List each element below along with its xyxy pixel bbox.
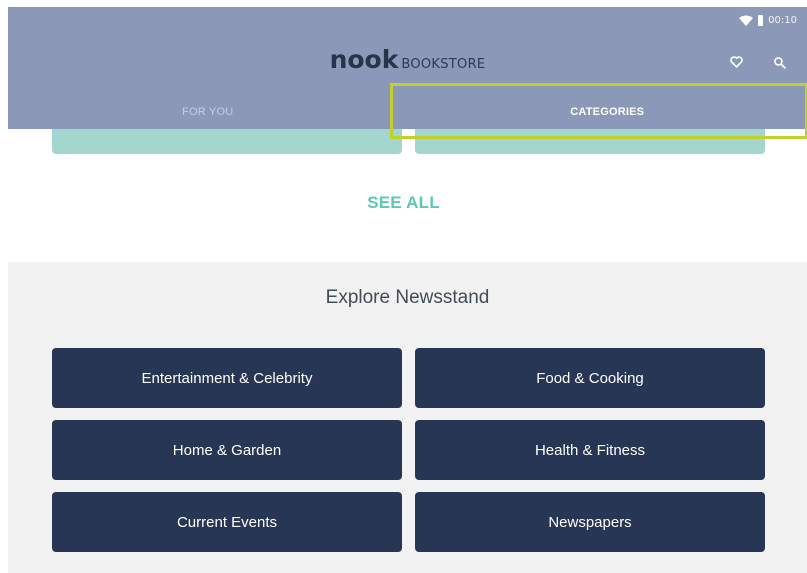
newsstand-button-health[interactable]: Health & Fitness (415, 420, 765, 480)
newsstand-button-food[interactable]: Food & Cooking (415, 348, 765, 408)
newsstand-button-newspapers[interactable]: Newspapers (415, 492, 765, 552)
tab-for-you[interactable]: FOR YOU (8, 95, 408, 129)
brand-logo: nook BOOKSTORE (8, 45, 807, 74)
newsstand-button-entertainment[interactable]: Entertainment & Celebrity (52, 348, 402, 408)
tab-categories[interactable]: CATEGORIES (408, 95, 807, 129)
heart-icon[interactable] (728, 54, 744, 70)
newsstand-title: Explore Newsstand (325, 287, 490, 308)
nook-bookstore-screen: 00:10 nookBOOKSTORE FOR YOU CATEGORIES (0, 0, 807, 573)
app-header: 00:10 nook BOOKSTORE FOR YOU CATEGORIES (8, 7, 807, 129)
nook-logo: nook (329, 45, 399, 74)
battery-icon (758, 14, 764, 26)
newsstand-button-home-garden[interactable]: Home & Garden (52, 420, 402, 480)
tab-bar: FOR YOU CATEGORIES (8, 95, 807, 129)
status-time: 00:10 (768, 14, 797, 26)
newsstand-section: Explore Newsstand Entertainment & Celebr… (8, 262, 807, 573)
search-icon[interactable] (771, 54, 787, 70)
status-bar: 00:10 (739, 13, 797, 27)
header-actions (728, 54, 787, 70)
wifi-icon (739, 15, 754, 26)
bookstore-label: BOOKSTORE (401, 57, 486, 72)
see-all-link[interactable]: SEE ALL (0, 193, 807, 213)
newsstand-button-current-events[interactable]: Current Events (52, 492, 402, 552)
